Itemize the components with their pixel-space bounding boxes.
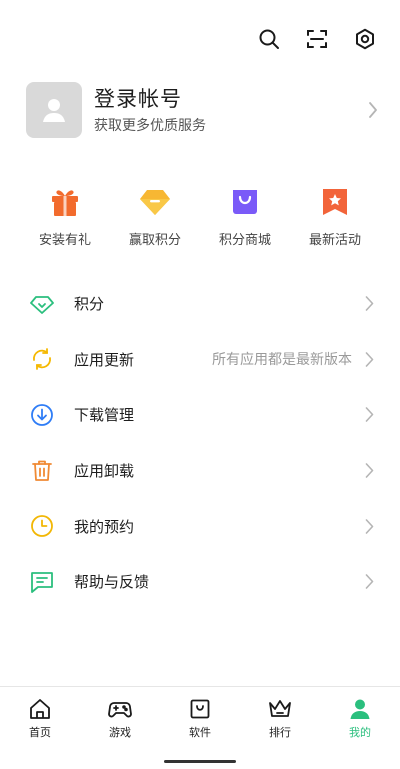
chevron-right-icon <box>362 463 376 478</box>
menu-item-my-reservations[interactable]: 我的预约 <box>0 498 400 554</box>
download-icon <box>30 403 54 427</box>
menu-item-app-updates[interactable]: 应用更新 所有应用都是最新版本 <box>0 332 400 388</box>
quick-action-install-gift[interactable]: 安装有礼 <box>20 185 110 248</box>
chevron-right-icon <box>362 574 376 590</box>
clock-icon <box>30 514 54 538</box>
nav-tab-software[interactable]: 软件 <box>160 687 240 744</box>
settings-menu: 积分 应用更新 所有应用都是最新版本 下载管理 应用卸载 我的预约 帮助与反馈 <box>0 276 400 610</box>
menu-item-help-feedback[interactable]: 帮助与反馈 <box>0 554 400 610</box>
login-subtitle: 获取更多优质服务 <box>94 118 206 134</box>
scan-icon[interactable] <box>304 26 330 52</box>
menu-item-value: 所有应用都是最新版本 <box>212 352 352 369</box>
menu-item-label: 我的预约 <box>74 517 135 536</box>
nav-tab-games[interactable]: 游戏 <box>80 687 160 744</box>
login-account-card[interactable]: 登录帐号 获取更多优质服务 <box>26 82 380 138</box>
trash-icon <box>30 459 54 483</box>
feedback-icon <box>30 570 54 594</box>
person-icon <box>348 697 372 721</box>
quick-action-label: 赢取积分 <box>128 233 181 248</box>
settings-icon[interactable] <box>352 26 378 52</box>
bottom-navigation: 首页 游戏 软件 排行 我的 <box>0 686 400 744</box>
nav-tab-label: 首页 <box>29 726 51 739</box>
gift-icon <box>48 185 82 219</box>
avatar <box>26 82 82 138</box>
app-box-icon <box>188 697 212 721</box>
chevron-right-icon <box>362 518 376 534</box>
top-toolbar <box>256 26 378 52</box>
star-ribbon-icon <box>318 185 352 219</box>
menu-item-uninstall-apps[interactable]: 应用卸载 <box>0 443 400 499</box>
home-icon <box>28 697 52 721</box>
quick-action-earn-points[interactable]: 赢取积分 <box>110 185 200 248</box>
nav-tab-label: 游戏 <box>109 726 131 739</box>
menu-item-label: 应用卸载 <box>74 462 135 481</box>
menu-item-download-manager[interactable]: 下载管理 <box>0 387 400 443</box>
quick-actions: 安装有礼 赢取积分 积分商城 最新活动 <box>20 185 380 248</box>
quick-action-label: 最新活动 <box>308 233 361 248</box>
menu-item-label: 帮助与反馈 <box>74 573 150 592</box>
menu-item-label: 下载管理 <box>74 406 135 425</box>
menu-item-label: 积分 <box>74 295 105 314</box>
chevron-right-icon <box>366 102 380 118</box>
diamond-icon <box>138 185 172 219</box>
quick-action-label: 积分商城 <box>218 233 271 248</box>
menu-item-points[interactable]: 积分 <box>0 276 400 332</box>
chevron-right-icon <box>362 296 376 312</box>
nav-tab-label: 排行 <box>269 726 291 739</box>
menu-item-label: 应用更新 <box>74 350 135 369</box>
home-indicator[interactable] <box>164 760 236 763</box>
shopping-bag-icon <box>228 185 262 219</box>
nav-tab-home[interactable]: 首页 <box>0 687 80 744</box>
quick-action-points-mall[interactable]: 积分商城 <box>200 185 290 248</box>
nav-tab-ranking[interactable]: 排行 <box>240 687 320 744</box>
nav-tab-label: 我的 <box>349 726 371 739</box>
chevron-right-icon <box>362 407 376 423</box>
refresh-icon <box>30 347 54 371</box>
search-icon[interactable] <box>256 26 282 52</box>
crown-icon <box>268 697 292 721</box>
nav-tab-mine[interactable]: 我的 <box>320 687 400 744</box>
login-title: 登录帐号 <box>94 87 182 111</box>
quick-action-label: 安装有礼 <box>38 233 91 248</box>
diamond-outline-icon <box>30 292 54 316</box>
chevron-right-icon <box>362 352 376 367</box>
nav-tab-label: 软件 <box>189 726 211 739</box>
gamepad-icon <box>108 697 132 721</box>
quick-action-latest-events[interactable]: 最新活动 <box>290 185 380 248</box>
